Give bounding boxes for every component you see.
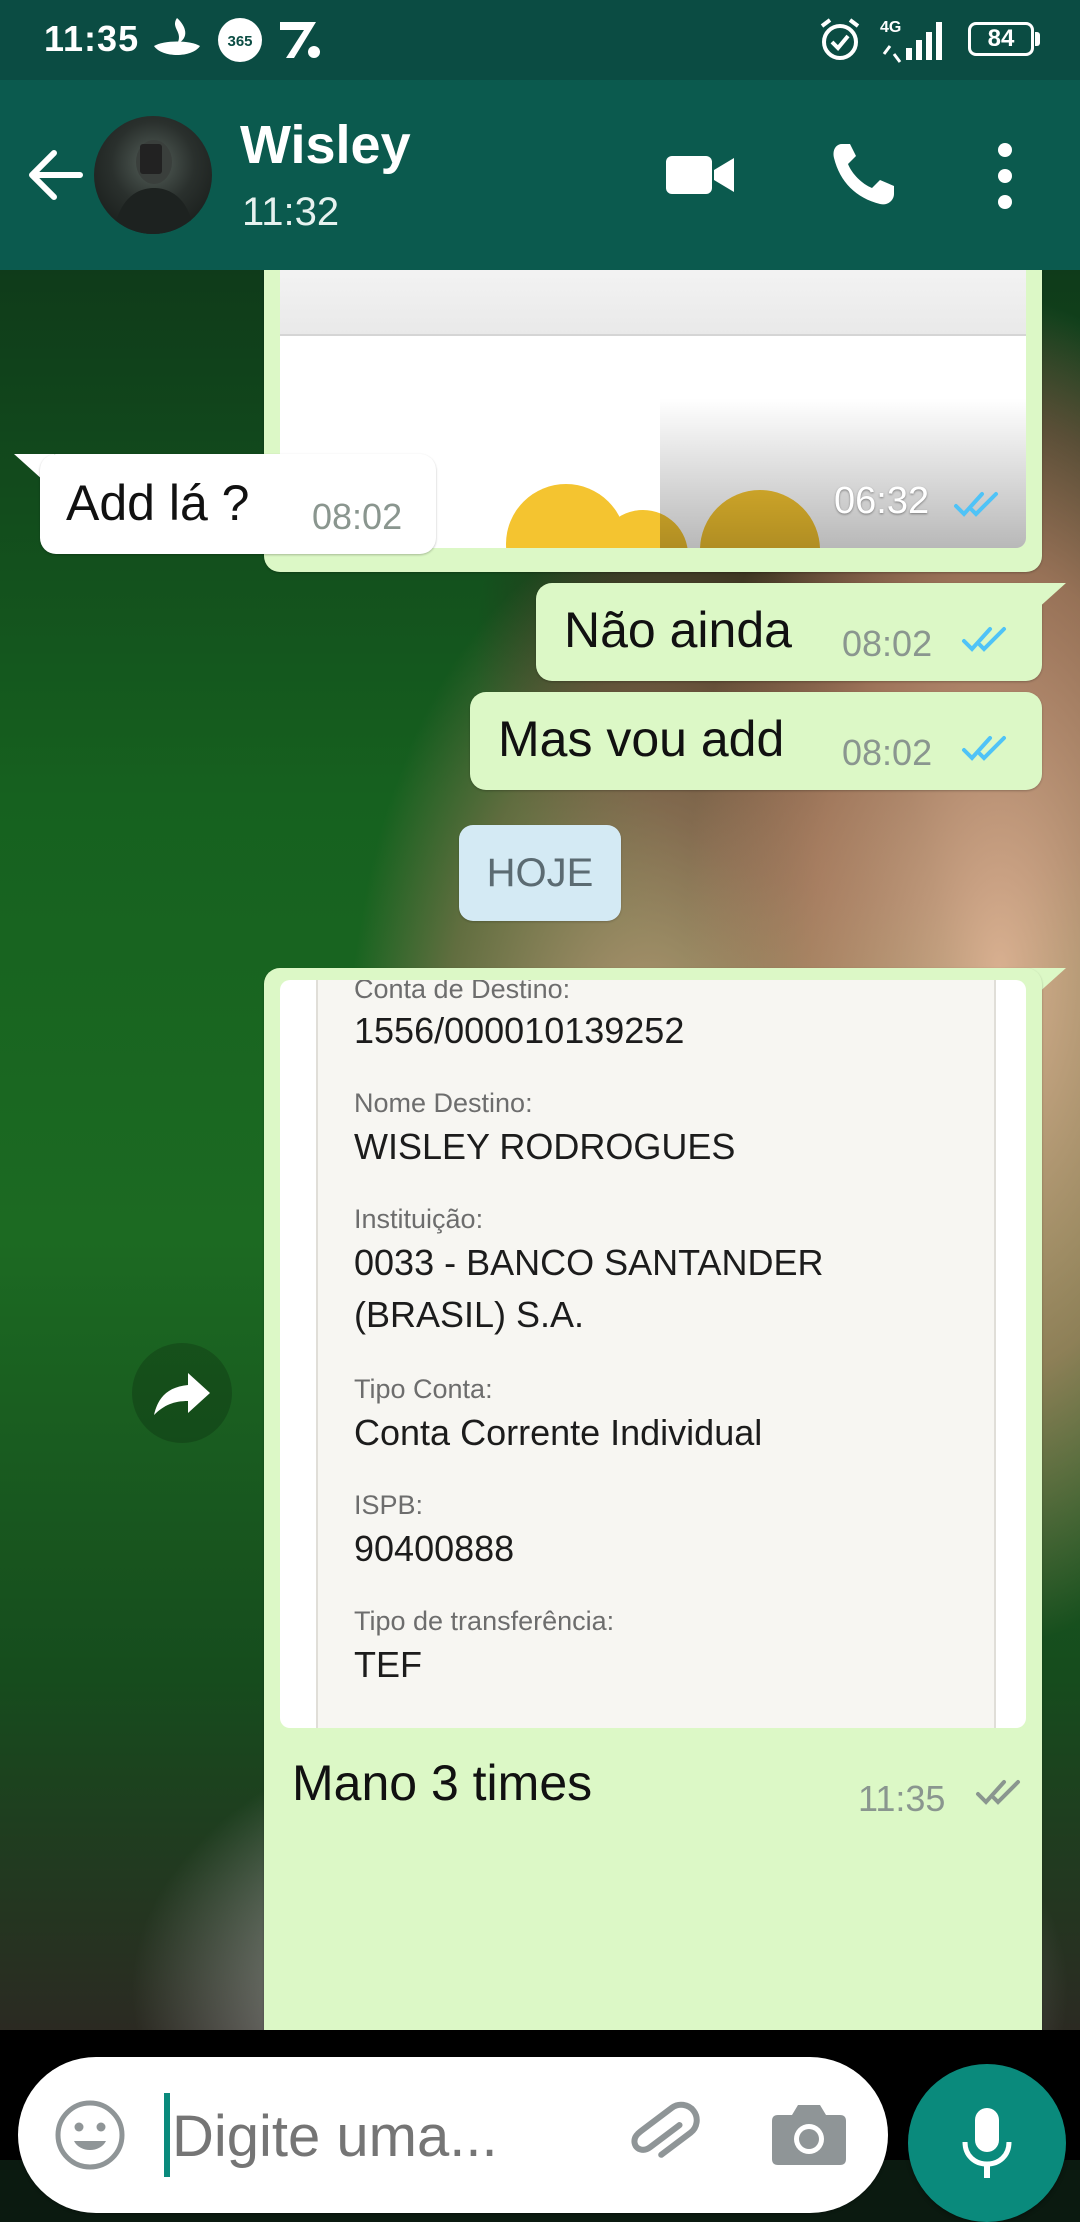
message-time: 11:35 bbox=[858, 1778, 946, 1819]
message-time: 08:02 bbox=[842, 732, 933, 773]
doc-label: Instituição: bbox=[354, 1204, 484, 1234]
app-notification-icon bbox=[280, 22, 320, 58]
message-text: Mas vou add bbox=[498, 711, 785, 767]
last-seen: 11:32 bbox=[242, 190, 340, 234]
doc-value: 0033 - BANCO SANTANDER bbox=[354, 1242, 824, 1283]
outgoing-message[interactable]: Não ainda 08:02 bbox=[536, 583, 1042, 681]
read-receipt-icon bbox=[962, 627, 1006, 652]
mic-icon bbox=[962, 2108, 1012, 2178]
chat-header: Wisley 11:32 bbox=[0, 80, 1080, 270]
doc-value: (BRASIL) S.A. bbox=[354, 1294, 585, 1335]
date-divider: HOJE bbox=[459, 825, 621, 921]
status-time: 11:35 bbox=[44, 18, 140, 59]
alarm-icon bbox=[820, 18, 860, 60]
doc-value: Conta Corrente Individual bbox=[354, 1412, 763, 1453]
doc-label: Tipo Conta: bbox=[354, 1374, 493, 1404]
message-time: 08:02 bbox=[842, 623, 933, 664]
bubble-tail bbox=[1026, 583, 1066, 619]
battery-level: 84 bbox=[987, 25, 1015, 52]
signal-icon bbox=[882, 22, 942, 63]
date-divider-label: HOJE bbox=[486, 851, 594, 895]
message-composer[interactable] bbox=[18, 2057, 888, 2213]
message-input[interactable] bbox=[170, 2085, 604, 2187]
message-image[interactable]: Conta de Destino: 1556/000010139252 Nome… bbox=[280, 980, 1026, 1728]
forward-button[interactable] bbox=[132, 1343, 232, 1443]
doc-value: WISLEY RODROGUES bbox=[354, 1126, 736, 1167]
status-bar: 11:35 365 4G 84 bbox=[0, 0, 1080, 80]
chat-wallpaper[interactable]: 06:32 Add lá ? 08:02 Não ainda 08:02 Mas… bbox=[0, 270, 1080, 2030]
read-receipt-icon bbox=[962, 736, 1006, 761]
doc-label: ISPB: bbox=[354, 1490, 424, 1520]
forward-icon bbox=[154, 1373, 210, 1415]
more-vert-icon[interactable] bbox=[980, 136, 1030, 216]
doc-value: 1556/000010139252 bbox=[354, 1010, 685, 1051]
doc-value: TEF bbox=[354, 1644, 422, 1685]
battery-cap bbox=[1035, 32, 1040, 46]
incoming-message[interactable]: Add lá ? 08:02 bbox=[40, 454, 436, 554]
camera-icon[interactable] bbox=[770, 2097, 848, 2169]
bet365-icon: 365 bbox=[218, 18, 262, 62]
video-call-icon[interactable] bbox=[660, 140, 740, 210]
doc-value: 90400888 bbox=[354, 1528, 515, 1569]
arrow-back-icon[interactable] bbox=[20, 140, 90, 210]
doc-label: Tipo de transferência: bbox=[354, 1606, 615, 1636]
avatar-photo bbox=[114, 140, 194, 234]
read-receipt-icon bbox=[954, 492, 998, 517]
svg-text:365: 365 bbox=[227, 33, 252, 50]
avatar[interactable] bbox=[94, 116, 212, 234]
doc-label: Nome Destino: bbox=[354, 1088, 533, 1118]
message-text: Não ainda bbox=[564, 602, 792, 658]
outgoing-message[interactable]: Mas vou add 08:02 bbox=[470, 692, 1042, 790]
message-text: Add lá ? bbox=[66, 475, 250, 531]
delivered-tick-icon bbox=[976, 1780, 1020, 1805]
message-time: 06:32 bbox=[834, 480, 930, 522]
message-time: 08:02 bbox=[312, 496, 403, 537]
doc-label: Conta de Destino: bbox=[354, 980, 571, 1004]
santander-flame-icon bbox=[154, 18, 200, 55]
mic-button[interactable] bbox=[908, 2064, 1066, 2222]
image-message[interactable]: Conta de Destino: 1556/000010139252 Nome… bbox=[264, 968, 1042, 2030]
phone-icon[interactable] bbox=[822, 134, 902, 214]
emoji-icon[interactable] bbox=[52, 2097, 128, 2173]
receipt-document: Conta de Destino: 1556/000010139252 Nome… bbox=[316, 980, 996, 1728]
paperclip-icon[interactable] bbox=[622, 2093, 706, 2177]
message-caption: Mano 3 times bbox=[292, 1755, 593, 1811]
contact-name[interactable]: Wisley bbox=[240, 114, 411, 176]
